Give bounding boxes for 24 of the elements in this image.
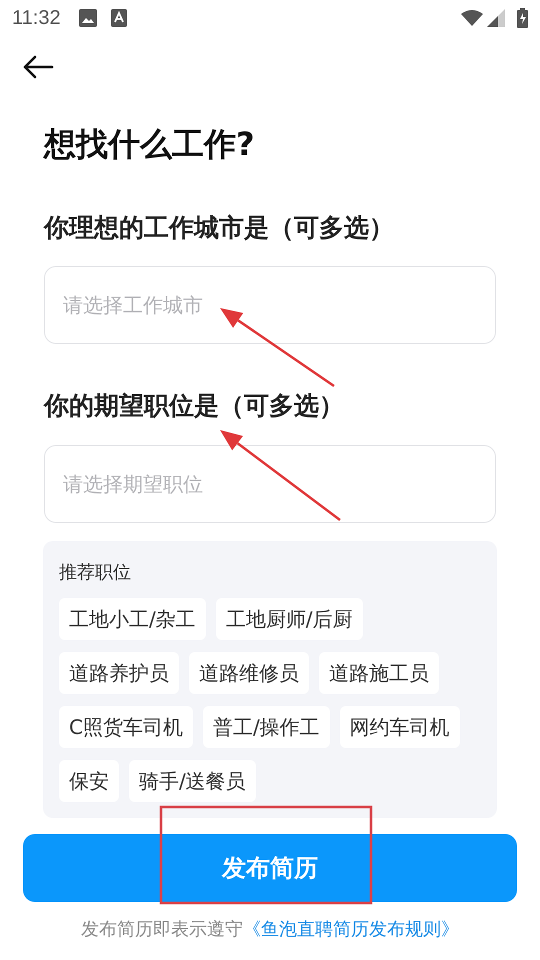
battery-icon <box>517 8 528 28</box>
job-tag[interactable]: 保安 <box>59 760 119 802</box>
input-field[interactable]: 请选择期望职位 <box>44 444 496 523</box>
text-icon <box>110 9 127 27</box>
job-tag[interactable]: C照货车司机 <box>59 706 193 748</box>
job-tag[interactable]: 网约车司机 <box>340 706 460 748</box>
section-heading: 你的期望职位是（可多选） <box>44 390 345 422</box>
section-heading: 你理想的工作城市是（可多选） <box>44 212 395 244</box>
signal-icon <box>487 9 505 27</box>
job-tag[interactable]: 道路维修员 <box>189 652 309 694</box>
job-tag[interactable]: 工地小工/杂工 <box>59 598 206 640</box>
input-field[interactable]: 请选择工作城市 <box>44 266 496 344</box>
job-tag[interactable]: 骑手/送餐员 <box>129 760 256 802</box>
job-tag[interactable]: 工地厨师/后厨 <box>216 598 362 640</box>
job-tag[interactable]: 普工/操作工 <box>202 706 330 748</box>
clock-time: 11:32 <box>12 6 61 31</box>
wifi-icon <box>461 10 483 26</box>
job-tag[interactable]: 道路施工员 <box>319 652 439 694</box>
recommend-label: 推荐职位 <box>59 560 132 585</box>
page-title: 想找什么工作? <box>44 124 256 165</box>
agreement-text: 发布简历即表示遵守《鱼泡直聘简历发布规则》 <box>80 918 460 942</box>
job-tag[interactable]: 道路养护员 <box>59 652 179 694</box>
image-icon <box>78 9 97 27</box>
rules-link[interactable]: 《鱼泡直聘简历发布规则》 <box>243 918 459 940</box>
